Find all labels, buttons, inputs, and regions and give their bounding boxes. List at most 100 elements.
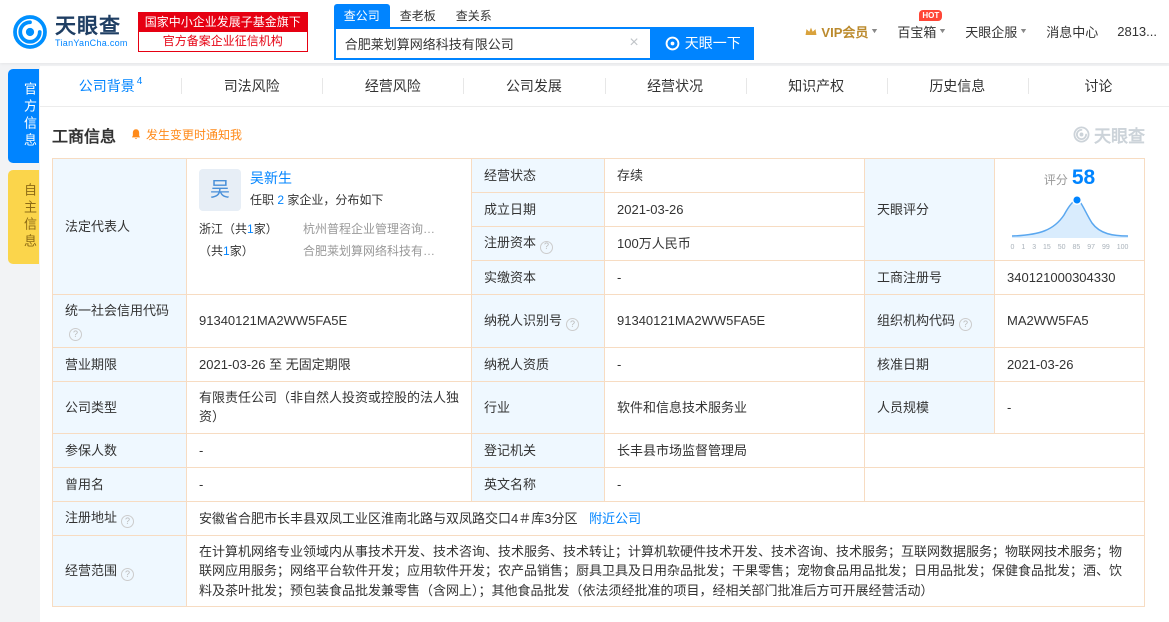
value-registration-authority: 长丰县市场监督管理局 bbox=[604, 432, 865, 468]
help-icon[interactable]: ? bbox=[121, 515, 135, 529]
header-right-menu: VIP会员 ▼ HOT 百宝箱 ▼ 天眼企服 ▼ 消息中心 2813... bbox=[804, 10, 1157, 41]
tab-company-development[interactable]: 公司发展 bbox=[463, 66, 604, 106]
chevron-down-icon: ▼ bbox=[938, 28, 948, 35]
score-caption: 评分 bbox=[1043, 173, 1068, 187]
rail-tab-official-info[interactable]: 官方信息 bbox=[8, 69, 39, 163]
crown-icon bbox=[805, 27, 817, 35]
change-notify-button[interactable]: 发生变更时通知我 bbox=[130, 126, 242, 143]
value-established-date: 2021-03-26 bbox=[604, 192, 865, 227]
value-insured-count: - bbox=[186, 432, 472, 468]
search-button-label: 天眼一下 bbox=[684, 35, 741, 51]
label-credit-code: 统一社会信用代码? bbox=[52, 294, 187, 348]
label-english-name: 英文名称 bbox=[471, 466, 605, 502]
search-tab-relation[interactable]: 查关系 bbox=[446, 4, 502, 27]
legal-rep-distribution: 浙江（共1家） 杭州普程企业管理咨询… （共1家） 合肥莱划算网络科技有… bbox=[199, 220, 459, 260]
nearby-companies-link[interactable]: 附近公司 bbox=[589, 511, 641, 526]
value-industry: 软件和信息技术服务业 bbox=[604, 380, 865, 434]
label-registered-address: 注册地址? bbox=[52, 500, 187, 536]
value-registered-capital: 100万人民币 bbox=[604, 226, 865, 261]
help-icon[interactable]: ? bbox=[566, 318, 580, 331]
empty-cell bbox=[864, 432, 1145, 468]
value-org-code: MA2WW5FA5 bbox=[994, 294, 1145, 348]
help-icon[interactable]: ? bbox=[959, 318, 973, 331]
legal-rep-company-link[interactable]: 合肥莱划算网络科技有… bbox=[303, 242, 459, 260]
chevron-down-icon: ▼ bbox=[870, 28, 880, 35]
left-rail: 官方信息 自主信息 bbox=[0, 66, 40, 622]
search-button[interactable]: 天眼一下 bbox=[651, 26, 754, 60]
tab-history-info[interactable]: 历史信息 bbox=[886, 66, 1028, 106]
treasure-box-menu[interactable]: HOT 百宝箱 ▼ bbox=[897, 10, 948, 41]
tab-operating-risk[interactable]: 经营风险 bbox=[322, 66, 463, 106]
value-business-scope: 在计算机网络专业领域内从事技术开发、技术咨询、技术服务、技术转让；计算机软硬件技… bbox=[186, 534, 1145, 608]
legal-rep-role-text: 任职 2 家企业，分布如下 bbox=[250, 193, 384, 207]
score-marker-icon bbox=[1071, 194, 1082, 205]
search-tabs: 查公司 查老板 查关系 bbox=[333, 3, 754, 27]
search-area: 查公司 查老板 查关系 × 天眼一下 bbox=[333, 3, 754, 60]
tab-count-badge: 4 bbox=[136, 75, 143, 87]
help-icon[interactable]: ? bbox=[121, 568, 135, 582]
content: 官方信息 自主信息 公司背景 4 司法风险 经营风险 公司发展 经营状况 知识产… bbox=[0, 66, 1169, 622]
search-tab-boss[interactable]: 查老板 bbox=[390, 4, 446, 27]
tab-company-background[interactable]: 公司背景 4 bbox=[40, 66, 181, 106]
bell-icon bbox=[131, 129, 141, 140]
search-tab-company[interactable]: 查公司 bbox=[333, 3, 390, 27]
legal-rep-company-link[interactable]: 杭州普程企业管理咨询… bbox=[303, 220, 459, 238]
legal-rep-name-link[interactable]: 吴新生 bbox=[250, 169, 383, 187]
score-axis: 0 1 3 15 50 85 97 99 100 bbox=[1010, 244, 1129, 251]
label-business-status: 经营状态 bbox=[471, 158, 605, 193]
tab-operating-status[interactable]: 经营状况 bbox=[604, 66, 746, 106]
value-taxpayer-id: 91340121MA2WW5FA5E bbox=[604, 294, 865, 348]
label-paid-in-capital: 实缴资本 bbox=[471, 260, 605, 295]
label-former-name: 曾用名 bbox=[52, 466, 187, 502]
label-taxpayer-id: 纳税人识别号? bbox=[471, 294, 605, 348]
tianyan-score-cell: 评分 58 0 1 3 15 50 85 97 99 100 bbox=[994, 158, 1145, 261]
legal-rep-avatar[interactable]: 吴 bbox=[199, 169, 241, 211]
label-staff-size: 人员规模 bbox=[864, 380, 995, 434]
value-registration-no: 340121000304330 bbox=[994, 260, 1145, 295]
label-approval-date: 核准日期 bbox=[864, 346, 995, 382]
value-approval-date: 2021-03-26 bbox=[994, 346, 1145, 382]
search-input[interactable] bbox=[344, 35, 628, 51]
chevron-down-icon: ▼ bbox=[1019, 28, 1029, 35]
gov-badge-line1: 国家中小企业发展子基金旗下 bbox=[138, 12, 307, 32]
section-header: 工商信息 发生变更时通知我 天眼查 bbox=[40, 107, 1169, 158]
label-registration-no: 工商注册号 bbox=[864, 260, 995, 295]
label-registered-capital: 注册资本? bbox=[471, 226, 605, 261]
help-icon[interactable]: ? bbox=[69, 327, 82, 341]
main-panel: 公司背景 4 司法风险 经营风险 公司发展 经营状况 知识产权 历史信息 讨论 … bbox=[40, 66, 1169, 622]
value-former-name: - bbox=[186, 466, 472, 502]
search-box: × bbox=[333, 26, 652, 60]
legal-rep-region: （共1家） bbox=[199, 244, 254, 258]
score-curve-chart bbox=[1011, 194, 1128, 238]
help-icon[interactable]: ? bbox=[540, 240, 554, 254]
value-taxpayer-qualification: - bbox=[604, 346, 865, 382]
clear-icon[interactable]: × bbox=[627, 35, 640, 51]
tianyancha-eye-icon bbox=[13, 14, 47, 49]
section-title: 工商信息 bbox=[52, 128, 117, 146]
vip-member-link[interactable]: VIP会员 ▼ bbox=[804, 22, 880, 41]
label-established-date: 成立日期 bbox=[471, 192, 605, 227]
tab-intellectual-property[interactable]: 知识产权 bbox=[745, 66, 887, 106]
value-credit-code: 91340121MA2WW5FA5E bbox=[186, 294, 472, 348]
legal-representative-cell: 吴 吴新生 任职 2 家企业，分布如下 浙江（共1家） 杭州普程企业管理咨询… … bbox=[186, 158, 472, 295]
watermark-eye-icon bbox=[1073, 126, 1090, 143]
rail-tab-self-info[interactable]: 自主信息 bbox=[8, 170, 39, 264]
hot-badge: HOT bbox=[919, 10, 943, 21]
score-value: 58 bbox=[1071, 166, 1096, 189]
empty-cell bbox=[864, 466, 1145, 502]
label-taxpayer-qualification: 纳税人资质 bbox=[471, 346, 605, 382]
section-nav: 公司背景 4 司法风险 经营风险 公司发展 经营状况 知识产权 历史信息 讨论 bbox=[40, 66, 1169, 107]
label-registration-authority: 登记机关 bbox=[471, 432, 605, 468]
value-staff-size: - bbox=[994, 380, 1145, 434]
legal-rep-region: 浙江（共1家） bbox=[199, 222, 278, 236]
search-eye-icon bbox=[665, 36, 680, 50]
tianyancha-logo[interactable]: 天眼查 TianYanCha.com bbox=[12, 14, 128, 50]
tab-judicial-risk[interactable]: 司法风险 bbox=[181, 66, 322, 106]
notification-count[interactable]: 2813... bbox=[1117, 24, 1157, 39]
enterprise-service-menu[interactable]: 天眼企服 ▼ bbox=[965, 22, 1029, 41]
label-tianyan-score: 天眼评分 bbox=[864, 158, 995, 261]
value-business-status: 存续 bbox=[604, 158, 865, 193]
value-english-name: - bbox=[604, 466, 865, 502]
tab-discussion[interactable]: 讨论 bbox=[1027, 66, 1169, 106]
message-center-link[interactable]: 消息中心 bbox=[1046, 22, 1098, 41]
